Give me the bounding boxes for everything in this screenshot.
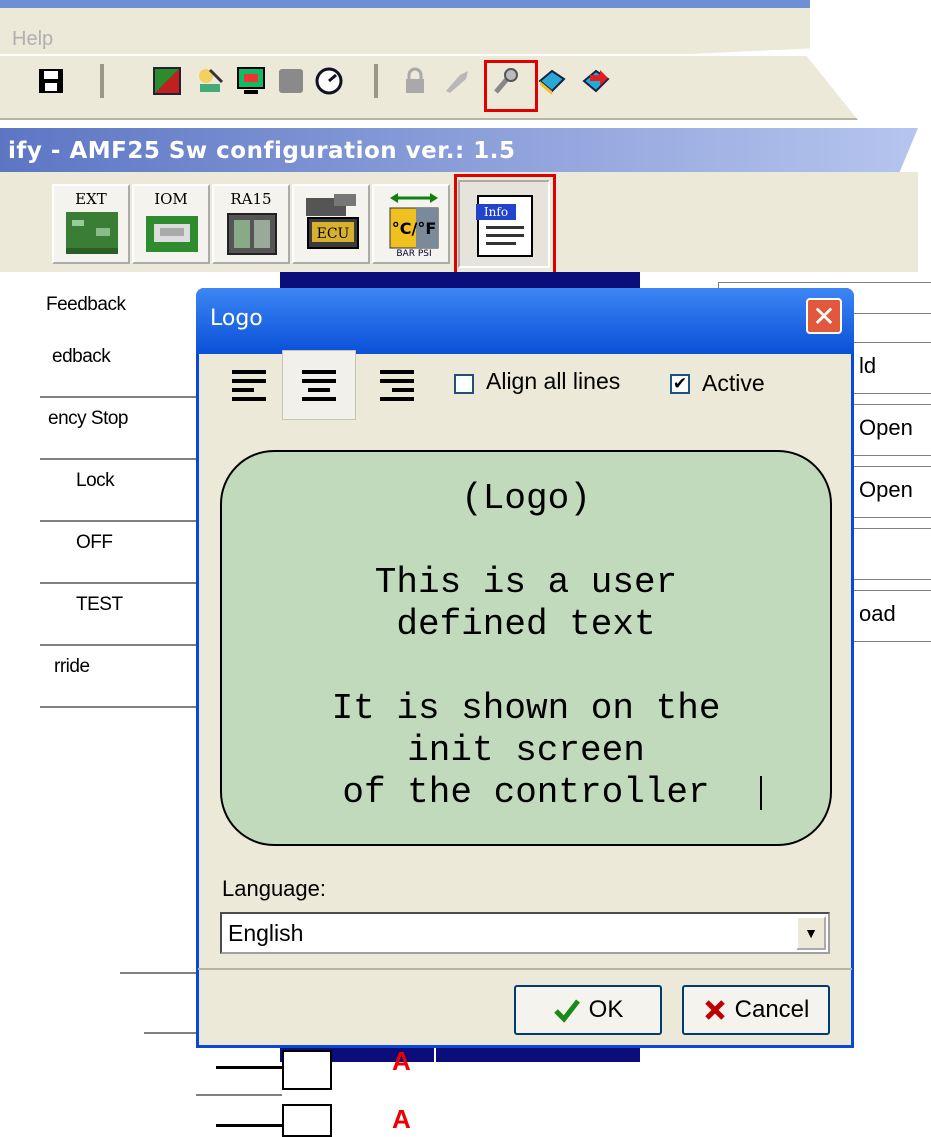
align-left-button[interactable] (212, 350, 286, 420)
lcd-line: It is shown on the (331, 688, 721, 729)
ok-button[interactable]: OK (514, 985, 662, 1035)
units-icon: °C/°F BAR PSI (389, 193, 439, 259)
align-right-icon (380, 369, 414, 401)
module-iom-button[interactable]: IOM (132, 184, 210, 264)
dropdown-arrow-icon[interactable]: ▼ (796, 916, 826, 950)
list-item[interactable]: Feedback (40, 284, 210, 344)
row-divider (144, 1032, 196, 1034)
module-ra15-button[interactable]: RA15 (212, 184, 290, 264)
list-item-label: rride (54, 656, 90, 677)
module-label: IOM (154, 190, 188, 208)
align-all-lines-label: Align all lines (486, 368, 621, 394)
row-divider (196, 1094, 282, 1096)
list-item-label: Lock (76, 470, 115, 491)
language-label: Language: (222, 876, 326, 901)
wire-line (216, 1066, 282, 1069)
align-left-icon (232, 369, 266, 401)
cancel-x-icon (704, 1000, 725, 1020)
svg-text:BAR PSI: BAR PSI (396, 249, 431, 259)
circuit-board-icon (66, 212, 118, 254)
terminal-icon (282, 1104, 332, 1137)
highlight-frame (454, 174, 556, 276)
close-button[interactable]: ✕ (806, 298, 842, 334)
lcd-line: This is a user (374, 562, 678, 603)
wizard-icon[interactable] (194, 66, 224, 96)
dialog-title: Logo (210, 306, 263, 331)
align-center-button[interactable] (282, 350, 356, 420)
analog-label: ALOG (460, 1074, 482, 1130)
menu-bar (0, 8, 810, 54)
language-select[interactable] (220, 912, 830, 954)
align-center-icon (302, 369, 336, 401)
value-text: oad (859, 601, 896, 626)
dialog-titlebar[interactable] (196, 288, 854, 354)
lcd-line: of the controller (342, 772, 710, 813)
column-divider (434, 1040, 436, 1133)
module-ext-button[interactable]: EXT (52, 184, 130, 264)
cancel-button[interactable]: Cancel (682, 985, 830, 1035)
gray-square-icon[interactable] (276, 66, 306, 96)
list-item-label: TEST (76, 594, 123, 615)
value-text: ld (859, 353, 877, 378)
lcd-line: defined text (396, 604, 656, 645)
module-units-button[interactable]: °C/°F BAR PSI (372, 184, 450, 264)
list-item-label: OFF (76, 532, 113, 553)
terminal-icon (282, 1050, 332, 1090)
export-icon[interactable] (580, 66, 610, 96)
wire-line (216, 1124, 282, 1127)
window-titlebar (0, 0, 810, 8)
alarm-marker: A (392, 1104, 411, 1134)
lcd-line: (Logo) (461, 478, 591, 519)
toolbar-separator (100, 64, 104, 98)
svg-text:ECU: ECU (317, 226, 350, 242)
list-item[interactable]: TEST (40, 584, 210, 646)
io-module-icon (146, 216, 198, 252)
ok-label: OK (588, 996, 624, 1023)
key-icon[interactable] (442, 66, 472, 96)
panel-icon (227, 213, 277, 255)
module-label: RA15 (230, 190, 272, 208)
value-text: Open (859, 477, 913, 502)
gauge-icon[interactable] (314, 66, 344, 96)
list-item[interactable]: ency Stop (40, 398, 210, 460)
svg-text:°C/°F: °C/°F (392, 219, 437, 238)
list-item[interactable]: rride (40, 646, 210, 708)
row-divider (120, 972, 196, 974)
active-checkbox[interactable]: ✔ (670, 374, 690, 394)
close-icon: ✕ (812, 300, 836, 332)
monitor-icon[interactable] (152, 66, 182, 96)
menu-help[interactable]: Help (12, 28, 53, 51)
value-text: Open (859, 415, 913, 440)
cancel-label: Cancel (734, 996, 810, 1023)
list-item-label: edback (52, 346, 111, 367)
align-all-lines-checkbox[interactable] (454, 374, 474, 394)
list-item[interactable]: OFF (40, 522, 210, 584)
toolbar-separator (374, 64, 378, 98)
checkmark-icon (553, 999, 580, 1023)
language-value: English (228, 920, 304, 946)
screen-icon[interactable] (236, 66, 266, 96)
list-item-label: ency Stop (48, 408, 129, 429)
highlight-frame (484, 60, 538, 112)
module-label: EXT (75, 190, 107, 208)
dialog-separator (198, 968, 852, 970)
save-icon[interactable] (36, 66, 66, 96)
list-item[interactable]: Lock (40, 460, 210, 522)
list-item[interactable]: edback (40, 336, 210, 398)
config-title: ify - AMF25 Sw configuration ver.: 1.5 (8, 138, 516, 164)
engine-ecu-icon: ECU (306, 194, 359, 249)
text-cursor (760, 776, 762, 810)
book-icon[interactable] (536, 66, 566, 96)
align-right-button[interactable] (360, 350, 434, 420)
alarm-marker: A (392, 1046, 411, 1076)
module-ecu-button[interactable]: ECU (292, 184, 370, 264)
toolbar (0, 56, 858, 120)
list-item-label: Feedback (46, 294, 126, 315)
lcd-line: init screen (407, 730, 645, 771)
active-label: Active (702, 370, 765, 396)
lock-icon[interactable] (400, 66, 430, 96)
